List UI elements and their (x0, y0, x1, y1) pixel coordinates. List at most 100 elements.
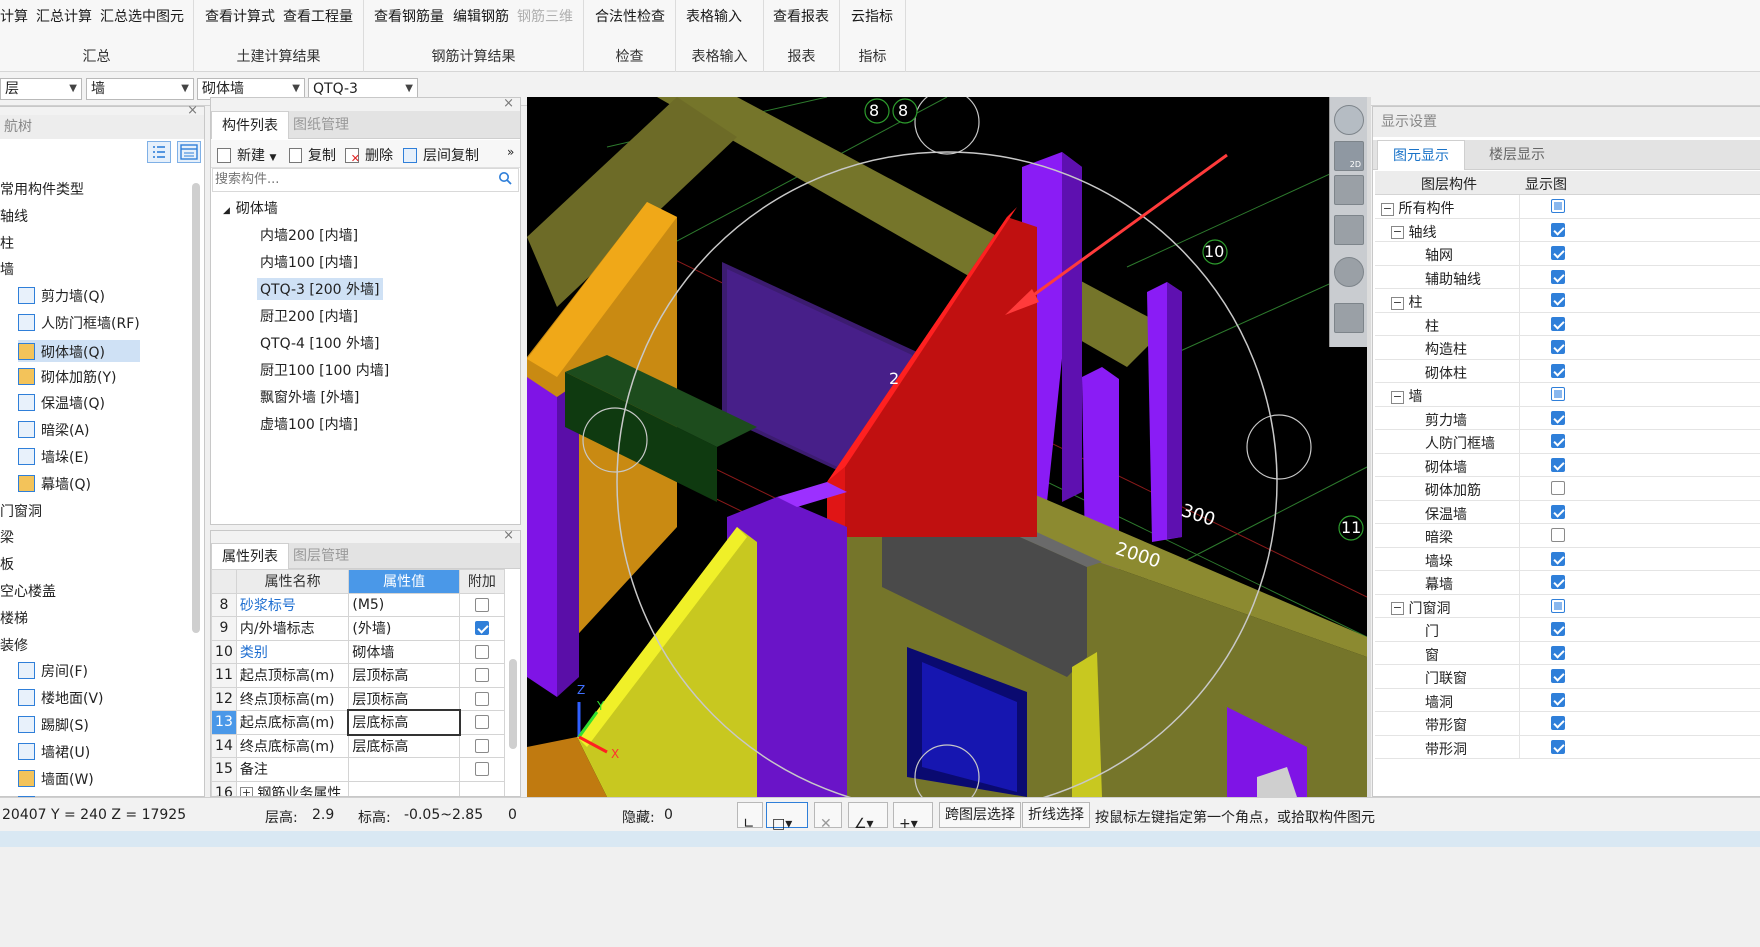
display-row[interactable]: 砌体加筋 (1375, 477, 1760, 501)
extra-checkbox[interactable] (474, 597, 489, 612)
splitter[interactable] (1367, 97, 1371, 797)
tab-component-list[interactable]: 构件列表 (211, 111, 289, 139)
display-row[interactable]: 保温墙 (1375, 500, 1760, 524)
display-row[interactable]: 暗梁 (1375, 524, 1760, 548)
property-value[interactable]: 层顶标高 (348, 686, 460, 711)
display-row[interactable]: 辅助轴线 (1375, 265, 1760, 289)
grid-display-icon[interactable] (1334, 303, 1364, 333)
property-row[interactable]: 11 起点顶标高(m) 层顶标高 (211, 663, 506, 688)
extra-checkbox[interactable] (474, 762, 489, 777)
display-row[interactable]: 人防门框墙 (1375, 430, 1760, 454)
display-row[interactable]: 轴网 (1375, 242, 1760, 266)
display-checkbox[interactable] (1551, 269, 1565, 284)
cloud-index-button[interactable]: 云指标 (851, 6, 893, 26)
property-value[interactable]: (外墙) (348, 616, 460, 641)
add-snap-button[interactable]: +▾ (893, 802, 933, 832)
property-scrollbar[interactable] (509, 659, 517, 749)
property-value[interactable]: 层底标高 (348, 733, 460, 758)
extra-checkbox[interactable] (474, 621, 489, 636)
nav-item[interactable]: 楼梯 (0, 608, 28, 628)
rebar-3d-button[interactable]: 钢筋三维 (517, 6, 573, 26)
display-row[interactable]: 幕墙 (1375, 571, 1760, 595)
display-row[interactable]: 砌体柱 (1375, 359, 1760, 383)
display-row[interactable]: 窗 (1375, 641, 1760, 665)
extra-checkbox[interactable] (474, 644, 489, 659)
display-row[interactable]: − 所有构件 (1375, 195, 1760, 219)
component-item[interactable]: 内墙100 [内墙] (257, 251, 361, 273)
nav-item[interactable]: 墙裙(U) (18, 742, 90, 762)
collapse-icon[interactable]: − (1391, 296, 1404, 310)
display-checkbox[interactable] (1551, 716, 1565, 730)
3d-scene[interactable] (527, 97, 1367, 797)
property-value[interactable] (348, 780, 460, 796)
property-row[interactable]: 10 类别 砌体墙 (211, 639, 506, 664)
nav-item[interactable]: 房间(F) (18, 661, 88, 681)
property-value[interactable]: 层顶标高 (348, 663, 460, 688)
nav-item[interactable]: 砌体墙(Q) (18, 339, 140, 362)
collapse-icon[interactable]: − (1391, 602, 1404, 615)
view-rebar-button[interactable]: 查看钢筋量 (374, 6, 444, 26)
property-value[interactable] (348, 757, 460, 782)
calculate-button[interactable]: 计算 (0, 6, 28, 26)
display-checkbox[interactable] (1551, 199, 1565, 213)
property-value[interactable]: 层底标高 (346, 708, 462, 736)
display-checkbox[interactable] (1551, 457, 1565, 472)
display-row[interactable]: 砌体墙 (1375, 453, 1760, 477)
component-item[interactable]: 厨卫100 [100 内墙] (257, 359, 392, 381)
collapse-icon[interactable]: − (1391, 226, 1404, 239)
property-row[interactable]: 15 备注 (211, 757, 506, 782)
property-value[interactable]: (M5) (348, 592, 460, 617)
nav-item[interactable]: 常用构件类型 (0, 179, 84, 199)
nav-item[interactable]: 剪力墙(Q) (18, 286, 105, 306)
tab-drawing-management[interactable]: 图纸管理 (283, 111, 359, 139)
nav-item[interactable]: 砌体加筋(Y) (18, 367, 116, 387)
display-checkbox[interactable] (1551, 598, 1565, 613)
nav-item[interactable]: 墙垛(E) (18, 447, 89, 467)
component-item[interactable]: QTQ-3 [200 外墙] (257, 278, 383, 300)
nav-item[interactable]: 空心楼盖 (0, 581, 56, 601)
nav-item[interactable]: 人防门框墙(RF) (18, 313, 140, 333)
search-icon[interactable] (498, 171, 512, 189)
component-item[interactable]: 内墙200 [内墙] (257, 224, 361, 246)
display-row[interactable]: − 门窗洞 (1375, 594, 1760, 618)
nav-item[interactable]: 梁 (0, 527, 14, 547)
list-view-icon[interactable] (147, 141, 171, 163)
nav-item[interactable]: 楼地面(V) (18, 688, 104, 708)
display-checkbox[interactable] (1551, 645, 1565, 660)
cross-button[interactable]: ✕ (814, 802, 842, 832)
nav-item[interactable]: 暗梁(A) (18, 420, 90, 440)
display-row[interactable]: − 墙 (1375, 383, 1760, 407)
collapse-icon[interactable]: − (1391, 390, 1404, 404)
property-row[interactable]: 9 内/外墙标志 (外墙) (211, 616, 506, 641)
edit-rebar-button[interactable]: 编辑钢筋 (453, 6, 509, 26)
summary-calc-button[interactable]: 汇总计算 (36, 6, 92, 26)
display-checkbox[interactable] (1551, 387, 1565, 401)
property-row[interactable]: 8 砂浆标号 (M5) (211, 592, 506, 617)
floor-copy-button[interactable]: 层间复制 (403, 145, 479, 165)
display-checkbox[interactable] (1551, 293, 1565, 307)
property-row[interactable]: 14 终点底标高(m) 层底标高 (211, 733, 506, 758)
ortho-button[interactable]: ∟ (737, 802, 763, 832)
legality-check-button[interactable]: 合法性检查 (595, 6, 665, 26)
nav-item[interactable]: 柱 (0, 233, 14, 253)
display-checkbox[interactable] (1551, 481, 1565, 495)
angle-button[interactable]: ∠▾ (848, 802, 888, 832)
tab-element-display[interactable]: 图元显示 (1377, 140, 1465, 170)
display-row[interactable]: 剪力墙 (1375, 406, 1760, 430)
display-checkbox[interactable] (1551, 222, 1565, 237)
floor-select[interactable]: 层 ▼ (0, 78, 82, 100)
nav-item[interactable]: 板 (0, 554, 14, 574)
property-value[interactable]: 砌体墙 (348, 639, 460, 664)
search-input[interactable] (213, 169, 493, 189)
2d-view-icon[interactable]: 2D (1334, 141, 1364, 171)
nav-tree-scrollbar[interactable] (192, 183, 200, 633)
display-checkbox[interactable] (1551, 316, 1565, 331)
display-row[interactable]: 带形窗 (1375, 712, 1760, 736)
tab-layer-management[interactable]: 图层管理 (283, 543, 359, 569)
delete-button[interactable]: ✕ 删除 (345, 145, 393, 165)
display-row[interactable]: 门联窗 (1375, 665, 1760, 689)
display-checkbox[interactable] (1551, 551, 1565, 566)
display-row[interactable]: 带形洞 (1375, 735, 1760, 759)
table-input-button[interactable]: 表格输入 (686, 6, 742, 26)
tab-property-list[interactable]: 属性列表 (211, 543, 289, 569)
